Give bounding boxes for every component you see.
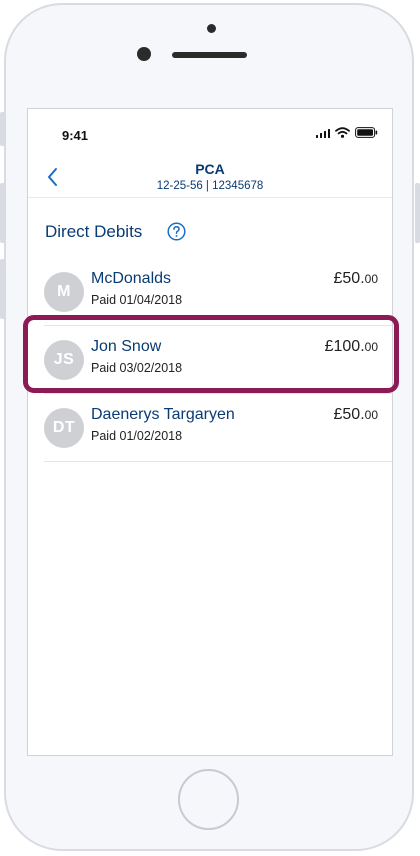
- power-button: [415, 183, 420, 243]
- amount-pence: 00: [364, 408, 378, 422]
- direct-debit-row[interactable]: DT Daenerys Targaryen Paid 01/02/2018 £5…: [44, 396, 392, 462]
- battery-icon: [355, 127, 378, 138]
- paid-date: Paid 01/02/2018: [91, 429, 183, 443]
- page-title: PCA: [195, 161, 225, 177]
- volume-up-button: [0, 183, 5, 243]
- amount: £50.00: [334, 270, 379, 288]
- amount-main: £50.: [333, 270, 365, 287]
- highlight-frame: [23, 315, 399, 393]
- home-button[interactable]: [178, 769, 239, 830]
- front-camera: [207, 24, 216, 33]
- payee-name: McDonalds: [91, 270, 172, 287]
- row-divider: [44, 393, 392, 394]
- mute-switch: [0, 112, 5, 146]
- volume-down-button: [0, 259, 5, 319]
- status-time: 9:41: [62, 128, 89, 143]
- status-bar: 9:41: [28, 109, 392, 149]
- amount-main: £50.: [333, 406, 365, 423]
- earpiece-speaker: [172, 52, 247, 58]
- account-details: 12-25-56 | 12345678: [156, 180, 264, 192]
- proximity-sensor: [137, 47, 151, 61]
- payee-name: Daenerys Targaryen: [91, 406, 235, 423]
- wifi-icon: [335, 127, 350, 138]
- app-screen: 9:41 PCA 12-25-56 | 12345678 Direct Debi…: [27, 108, 393, 756]
- nav-bar: PCA 12-25-56 | 12345678: [28, 153, 392, 198]
- row-divider: [44, 461, 392, 462]
- amount-pence: 00: [364, 272, 378, 286]
- amount: £50.00: [334, 406, 379, 424]
- section-title: Direct Debits: [45, 222, 143, 241]
- signal-icon: [315, 128, 330, 138]
- paid-date: Paid 01/04/2018: [91, 293, 183, 307]
- avatar: DT: [44, 408, 84, 448]
- question-circle-icon[interactable]: [167, 222, 186, 241]
- avatar: M: [44, 272, 84, 312]
- status-icons: [315, 127, 379, 138]
